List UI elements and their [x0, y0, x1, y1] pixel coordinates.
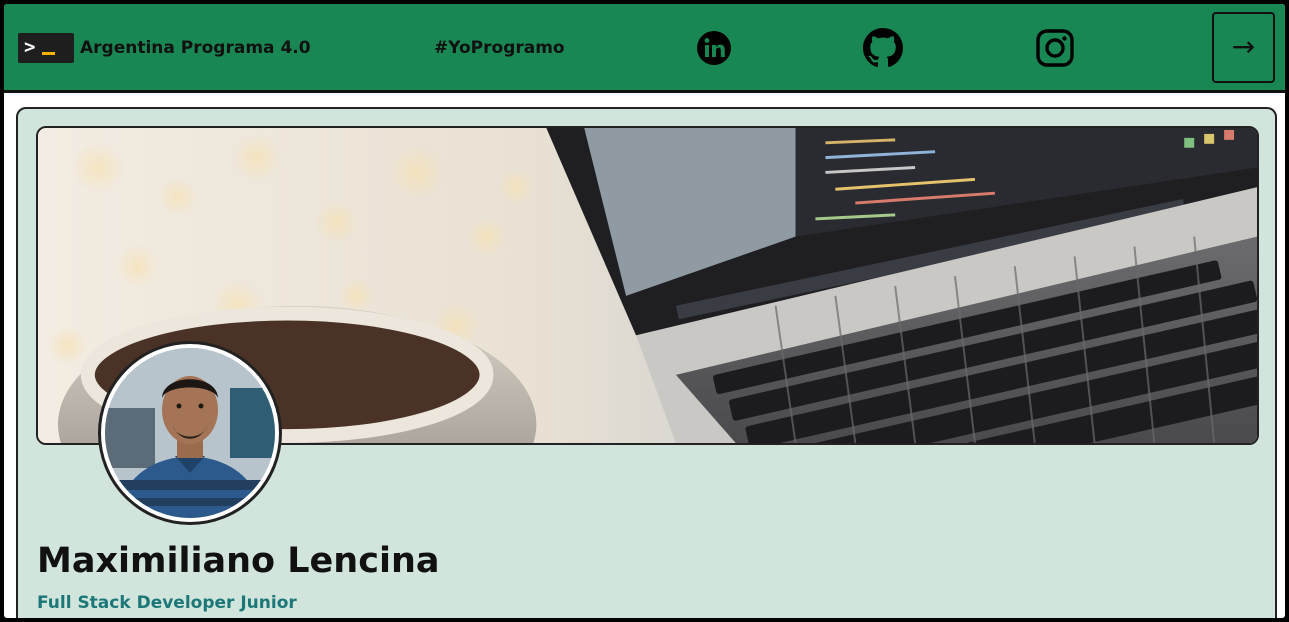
- prompt-glyph: >: [24, 36, 36, 58]
- avatar: [98, 341, 282, 525]
- linkedin-icon[interactable]: [694, 28, 734, 68]
- profile-card: Maximiliano Lencina Full Stack Developer…: [16, 107, 1277, 618]
- brand-title[interactable]: Argentina Programa 4.0: [80, 37, 311, 59]
- terminal-logo-icon[interactable]: >: [18, 33, 74, 63]
- navbar: > Argentina Programa 4.0 #YoProgramo →: [4, 4, 1285, 93]
- profile-role: Full Stack Developer Junior: [37, 593, 297, 613]
- app-window: > Argentina Programa 4.0 #YoProgramo → M…: [4, 4, 1285, 618]
- cursor-glyph: [42, 52, 55, 55]
- arrow-right-icon: →: [1231, 30, 1256, 63]
- hashtag-label: #YoProgramo: [434, 38, 565, 58]
- instagram-icon[interactable]: [1035, 28, 1075, 68]
- github-icon[interactable]: [863, 28, 903, 68]
- logout-button[interactable]: →: [1212, 12, 1275, 83]
- profile-name: Maximiliano Lencina: [37, 541, 440, 581]
- avatar-photo: [105, 348, 275, 518]
